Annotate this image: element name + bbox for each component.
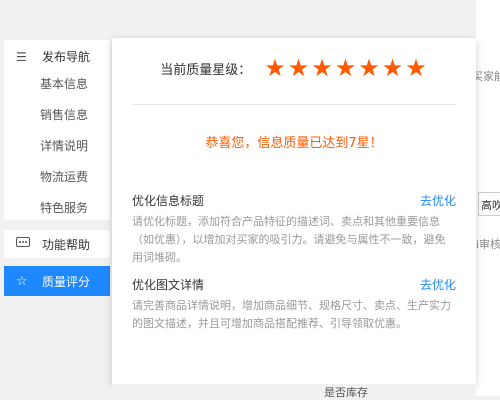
inventory-label: 是否库存 <box>324 386 368 399</box>
congrats-message: 恭喜您，信息质量已达到7星！ <box>205 136 383 151</box>
star-icon: ★ <box>358 54 380 82</box>
nav-title: 发布导航 <box>42 50 91 64</box>
bg-text-fragment: 买家能 <box>472 70 500 83</box>
bg-text-fragment: i审核 <box>476 238 500 251</box>
tip-optimize-detail: 优化图文详情 去优化 请完善商品详情说明，增加商品细节、规格尺寸、卖点、生产实力… <box>132 276 456 333</box>
nav-header: ☰ 发布导航 <box>16 48 90 65</box>
tip-title: 优化图文详情 <box>132 278 205 292</box>
tip-title: 优化信息标题 <box>132 194 205 208</box>
chat-icon <box>16 236 30 252</box>
nav-item-sales-info[interactable]: 销售信息 <box>40 107 88 138</box>
list-icon: ☰ <box>16 49 27 64</box>
optimize-detail-link[interactable]: 去优化 <box>420 276 456 293</box>
star-icon: ★ <box>264 54 286 82</box>
nav-item-detail[interactable]: 详情说明 <box>40 138 88 169</box>
divider <box>132 104 456 105</box>
quality-label: 质量评分 <box>42 274 91 289</box>
sidebar: ☰ 发布导航 基本信息 销售信息 详情说明 物流运费 特色服务 功能帮助 ☆ 质… <box>0 0 112 396</box>
star-icon: ★ <box>334 54 357 82</box>
help-button[interactable]: 功能帮助 <box>4 230 110 258</box>
star-icon: ★ <box>381 54 404 82</box>
nav-item-shipping[interactable]: 物流运费 <box>40 169 88 200</box>
bg-input-text: 高吹 <box>481 199 500 212</box>
help-label: 功能帮助 <box>42 237 91 252</box>
quality-popup: 当前质量星级： ★★★★★★★ 恭喜您，信息质量已达到7星！ 优化信息标题 去优… <box>112 38 476 384</box>
background-form: 买家能 高吹 i审核 <box>472 0 500 396</box>
nav-item-special-service[interactable]: 特色服务 <box>40 200 88 231</box>
bottom-bar <box>112 384 476 396</box>
stars-row: 当前质量星级： ★★★★★★★ <box>112 56 476 80</box>
tip-description: 请完善商品详情说明，增加商品细节、规格尺寸、卖点、生产实力的图文描述，并且可增加… <box>132 299 451 330</box>
bg-input[interactable]: 高吹 <box>478 192 500 216</box>
star-rating: ★★★★★★★ <box>263 56 428 80</box>
stars-label: 当前质量星级： <box>160 62 252 78</box>
nav-item-basic-info[interactable]: 基本信息 <box>40 76 88 107</box>
star-icon: ★ <box>287 54 310 82</box>
nav-items: 基本信息 销售信息 详情说明 物流运费 特色服务 <box>40 76 88 231</box>
tip-optimize-title: 优化信息标题 去优化 请优化标题，添加符合产品特征的描述词、卖点和其他重要信息（… <box>132 192 456 267</box>
quality-score-button[interactable]: ☆ 质量评分 <box>4 266 110 296</box>
optimize-title-link[interactable]: 去优化 <box>420 192 456 209</box>
star-icon: ★ <box>405 54 427 82</box>
star-outline-icon: ☆ <box>16 273 28 289</box>
publish-nav: ☰ 发布导航 基本信息 销售信息 详情说明 物流运费 特色服务 <box>4 40 110 220</box>
tip-description: 请优化标题，添加符合产品特征的描述词、卖点和其他重要信息（如优惠），以增加对买家… <box>132 215 446 264</box>
star-icon: ★ <box>311 54 333 82</box>
